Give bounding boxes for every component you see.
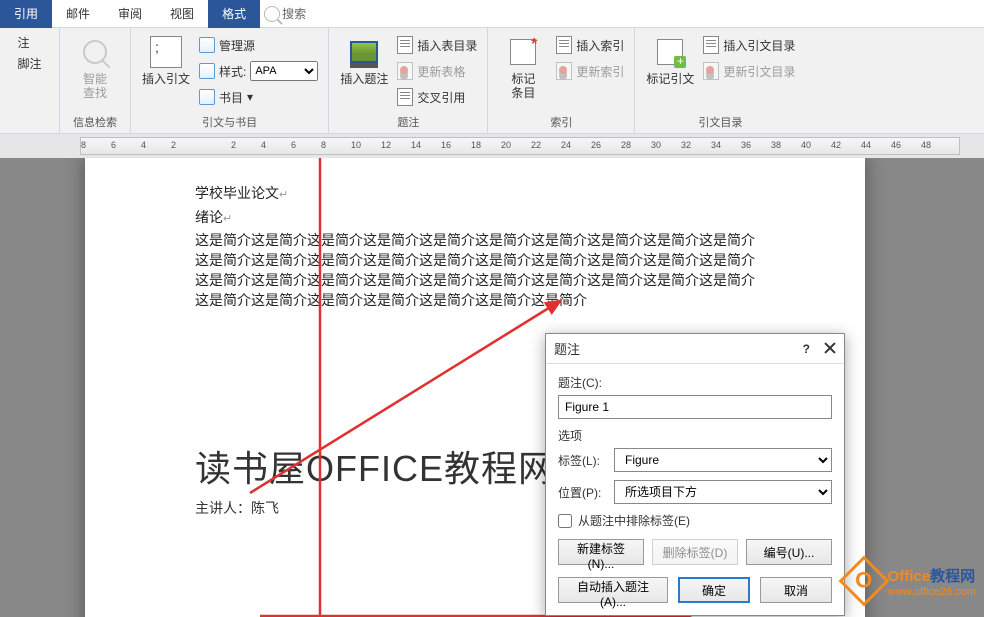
group-toa-title: 引文目录 bbox=[698, 114, 742, 130]
doc-paragraph: 这是简介这是简介这是简介这是简介这是简介这是简介这是简介这是简介这是简介这是简介… bbox=[195, 230, 755, 310]
insert-tof-icon bbox=[397, 36, 413, 54]
caption-dialog: 题注 ? 题注(C): 选项 标签(L): Figure 位置(P): 所选项目… bbox=[545, 333, 845, 616]
ribbon: 注 脚注 智能 查找 信息检索 插入引文 管理源 样式:APA 书目 ▾ 引文与… bbox=[0, 28, 984, 134]
dialog-titlebar[interactable]: 题注 ? bbox=[546, 334, 844, 364]
watermark: O Office教程网 www.office26.com bbox=[846, 563, 976, 599]
smart-lookup-icon bbox=[79, 36, 111, 68]
mark-citation-button[interactable]: 标记引文 bbox=[645, 34, 695, 110]
tab-format[interactable]: 格式 bbox=[208, 0, 260, 28]
bibliography-icon bbox=[199, 89, 215, 105]
options-section-label: 选项 bbox=[558, 427, 832, 444]
update-table-button[interactable]: 更新表格 bbox=[397, 60, 477, 82]
group-index-title: 索引 bbox=[550, 114, 572, 130]
note-label[interactable]: 注 bbox=[17, 34, 29, 51]
exclude-label-checkbox[interactable] bbox=[558, 514, 572, 528]
style-icon bbox=[199, 63, 215, 79]
label-select[interactable]: Figure bbox=[614, 448, 832, 472]
manage-sources-icon bbox=[199, 37, 215, 53]
group-footnotes-left: 注 脚注 bbox=[0, 28, 60, 133]
group-citations-title: 引文与书目 bbox=[202, 114, 257, 130]
dialog-help-button[interactable]: ? bbox=[803, 342, 810, 356]
label-field-label: 标签(L): bbox=[558, 452, 608, 469]
smart-lookup-button[interactable]: 智能 查找 bbox=[70, 34, 120, 110]
ok-button[interactable]: 确定 bbox=[678, 577, 750, 603]
update-table-icon bbox=[397, 62, 413, 80]
group-citations: 插入引文 管理源 样式:APA 书目 ▾ 引文与书目 bbox=[131, 28, 329, 133]
insert-toa-icon bbox=[703, 36, 719, 54]
cross-reference-icon bbox=[397, 88, 413, 106]
group-research-title: 信息检索 bbox=[73, 114, 117, 130]
insert-citation-button[interactable]: 插入引文 bbox=[141, 34, 191, 110]
dialog-close-button[interactable] bbox=[824, 342, 836, 354]
ribbon-tabs: 引用 邮件 审阅 视图 格式 搜索 bbox=[0, 0, 984, 28]
doc-line-2: 绪论 bbox=[195, 206, 755, 230]
insert-toa-button[interactable]: 插入引文目录 bbox=[703, 34, 795, 56]
update-toa-button[interactable]: 更新引文目录 bbox=[703, 60, 795, 82]
bibliography-button[interactable]: 书目 ▾ bbox=[199, 86, 318, 108]
mark-citation-icon bbox=[654, 36, 686, 68]
group-captions-title: 题注 bbox=[397, 114, 419, 130]
style-select[interactable]: APA bbox=[250, 61, 318, 81]
ruler-area: 8642246810121416182022242628303234363840… bbox=[0, 134, 984, 158]
position-select[interactable]: 所选项目下方 bbox=[614, 480, 832, 504]
exclude-label-text: 从题注中排除标签(E) bbox=[578, 512, 690, 529]
mark-entry-icon bbox=[507, 36, 539, 68]
group-index: 标记 条目 插入索引 更新索引 索引 bbox=[488, 28, 635, 133]
footnote-label[interactable]: 脚注 bbox=[17, 55, 41, 72]
manage-sources-button[interactable]: 管理源 bbox=[199, 34, 318, 56]
tab-view[interactable]: 视图 bbox=[156, 0, 208, 28]
insert-index-button[interactable]: 插入索引 bbox=[556, 34, 624, 56]
group-toa: 标记引文 插入引文目录 更新引文目录 引文目录 bbox=[635, 28, 805, 133]
tab-mail[interactable]: 邮件 bbox=[52, 0, 104, 28]
group-research: 智能 查找 信息检索 bbox=[60, 28, 131, 133]
search-placeholder: 搜索 bbox=[282, 5, 306, 22]
doc-line-1: 学校毕业论文 bbox=[195, 182, 755, 206]
tab-review[interactable]: 审阅 bbox=[104, 0, 156, 28]
position-field-label: 位置(P): bbox=[558, 484, 608, 501]
cross-reference-button[interactable]: 交叉引用 bbox=[397, 86, 477, 108]
caption-input[interactable] bbox=[558, 395, 832, 419]
watermark-title: Office教程网 bbox=[888, 565, 976, 586]
insert-citation-icon bbox=[150, 36, 182, 68]
insert-index-icon bbox=[556, 36, 572, 54]
watermark-icon: O bbox=[838, 556, 889, 607]
insert-caption-button[interactable]: 插入题注 bbox=[339, 34, 389, 110]
watermark-url: www.office26.com bbox=[888, 586, 976, 598]
numbering-button[interactable]: 编号(U)... bbox=[746, 539, 832, 565]
cancel-button[interactable]: 取消 bbox=[760, 577, 832, 603]
tell-me-search[interactable]: 搜索 bbox=[264, 5, 306, 22]
search-icon bbox=[264, 6, 280, 22]
caption-field-label: 题注(C): bbox=[558, 374, 832, 391]
insert-caption-icon bbox=[348, 36, 380, 68]
update-index-button[interactable]: 更新索引 bbox=[556, 60, 624, 82]
group-captions: 插入题注 插入表目录 更新表格 交叉引用 题注 bbox=[329, 28, 488, 133]
dialog-title-text: 题注 bbox=[554, 339, 580, 358]
mark-entry-button[interactable]: 标记 条目 bbox=[498, 34, 548, 110]
style-selector[interactable]: 样式:APA bbox=[199, 60, 318, 82]
auto-caption-button[interactable]: 自动插入题注(A)... bbox=[558, 577, 668, 603]
new-label-button[interactable]: 新建标签(N)... bbox=[558, 539, 644, 565]
insert-tof-button[interactable]: 插入表目录 bbox=[397, 34, 477, 56]
horizontal-ruler[interactable]: 8642246810121416182022242628303234363840… bbox=[80, 137, 960, 155]
document-area: 学校毕业论文 绪论 这是简介这是简介这是简介这是简介这是简介这是简介这是简介这是… bbox=[0, 158, 984, 617]
update-index-icon bbox=[556, 62, 572, 80]
delete-label-button[interactable]: 删除标签(D) bbox=[652, 539, 738, 565]
tab-references[interactable]: 引用 bbox=[0, 0, 52, 28]
update-toa-icon bbox=[703, 62, 719, 80]
